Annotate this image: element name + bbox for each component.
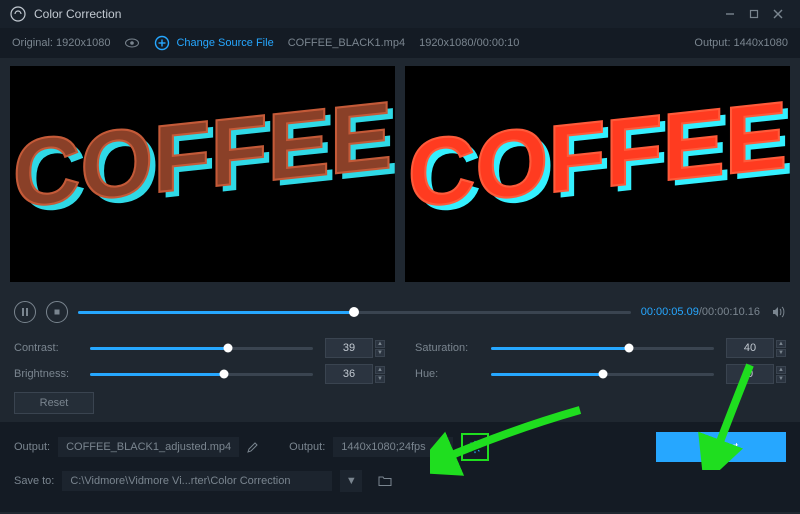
- close-button[interactable]: [766, 2, 790, 26]
- title-bar: Color Correction: [0, 0, 800, 28]
- original-resolution-label: Original: 1920x1080: [12, 37, 110, 49]
- preview-area: COFFEE COFFEE COFFEE COFFEE: [0, 58, 800, 290]
- info-bar: Original: 1920x1080 Change Source File C…: [0, 28, 800, 58]
- saturation-step-down[interactable]: ▼: [776, 349, 786, 357]
- window-title: Color Correction: [34, 7, 718, 21]
- adjustment-sliders: Contrast: ▲▼ Saturation: ▲▼ Brightness: …: [0, 334, 800, 384]
- output-preview: COFFEE COFFEE: [405, 66, 790, 282]
- hue-input[interactable]: [726, 364, 774, 384]
- timeline-thumb[interactable]: [349, 307, 359, 317]
- source-filename: COFFEE_BLACK1.mp4: [288, 37, 405, 49]
- output-name-field[interactable]: COFFEE_BLACK1_adjusted.mp4: [58, 437, 239, 457]
- stop-button[interactable]: [46, 301, 68, 323]
- brightness-row: Brightness: ▲▼: [14, 364, 385, 384]
- reset-button[interactable]: Reset: [14, 392, 94, 414]
- bottom-panel: Output: COFFEE_BLACK1_adjusted.mp4 Outpu…: [0, 422, 800, 512]
- contrast-slider[interactable]: [90, 347, 313, 350]
- source-resolution-time: 1920x1080/00:00:10: [419, 37, 519, 49]
- brightness-slider[interactable]: [90, 373, 313, 376]
- saturation-step-up[interactable]: ▲: [776, 340, 786, 348]
- preview-word-main: COFFEE: [13, 82, 392, 229]
- brightness-step-down[interactable]: ▼: [375, 375, 385, 383]
- contrast-step-down[interactable]: ▼: [375, 349, 385, 357]
- save-to-row: Save to: C:\Vidmore\Vidmore Vi...rter\Co…: [14, 470, 786, 492]
- output-resolution-label: Output: 1440x1080: [694, 37, 788, 49]
- original-preview: COFFEE COFFEE: [10, 66, 395, 282]
- preview-word-main: COFFEE: [408, 82, 787, 229]
- volume-icon[interactable]: [770, 304, 786, 320]
- contrast-row: Contrast: ▲▼: [14, 338, 385, 358]
- change-source-label: Change Source File: [176, 37, 273, 49]
- minimize-button[interactable]: [718, 2, 742, 26]
- open-folder-button[interactable]: [374, 470, 396, 492]
- output-format-field[interactable]: 1440x1080;24fps: [333, 437, 453, 457]
- contrast-step-up[interactable]: ▲: [375, 340, 385, 348]
- app-logo-icon: [10, 6, 26, 22]
- timecode: 00:00:05.09/00:00:10.16: [641, 306, 760, 318]
- hue-slider[interactable]: [491, 373, 714, 376]
- timeline-track[interactable]: [78, 311, 631, 314]
- playback-controls: 00:00:05.09/00:00:10.16: [0, 290, 800, 334]
- export-button[interactable]: Export: [656, 432, 786, 462]
- hue-step-up[interactable]: ▲: [776, 366, 786, 374]
- output-settings-button[interactable]: [465, 437, 485, 457]
- saturation-slider[interactable]: [491, 347, 714, 350]
- gear-highlight: [461, 433, 489, 461]
- hue-row: Hue: ▲▼: [415, 364, 786, 384]
- edit-name-icon[interactable]: [247, 441, 259, 453]
- saturation-label: Saturation:: [415, 342, 479, 354]
- contrast-label: Contrast:: [14, 342, 78, 354]
- folder-icon: [378, 475, 392, 487]
- reset-label: Reset: [40, 397, 69, 409]
- output-name-label: Output:: [14, 441, 50, 453]
- eye-icon[interactable]: [124, 35, 140, 51]
- gear-icon: [468, 440, 482, 454]
- timecode-current: 00:00:05.09: [641, 306, 699, 318]
- timecode-total: /00:00:10.16: [699, 306, 760, 318]
- save-to-label: Save to:: [14, 475, 54, 487]
- hue-label: Hue:: [415, 368, 479, 380]
- output-settings-row: Output: COFFEE_BLACK1_adjusted.mp4 Outpu…: [14, 432, 786, 462]
- save-to-dropdown[interactable]: ▼: [340, 470, 362, 492]
- change-source-button[interactable]: Change Source File: [154, 35, 273, 51]
- brightness-step-up[interactable]: ▲: [375, 366, 385, 374]
- saturation-input[interactable]: [726, 338, 774, 358]
- brightness-label: Brightness:: [14, 368, 78, 380]
- saturation-row: Saturation: ▲▼: [415, 338, 786, 358]
- save-to-field[interactable]: C:\Vidmore\Vidmore Vi...rter\Color Corre…: [62, 471, 332, 491]
- plus-circle-icon: [154, 35, 170, 51]
- maximize-button[interactable]: [742, 2, 766, 26]
- contrast-input[interactable]: [325, 338, 373, 358]
- hue-step-down[interactable]: ▼: [776, 375, 786, 383]
- pause-button[interactable]: [14, 301, 36, 323]
- brightness-input[interactable]: [325, 364, 373, 384]
- export-label: Export: [704, 440, 739, 454]
- output-format-label: Output:: [289, 441, 325, 453]
